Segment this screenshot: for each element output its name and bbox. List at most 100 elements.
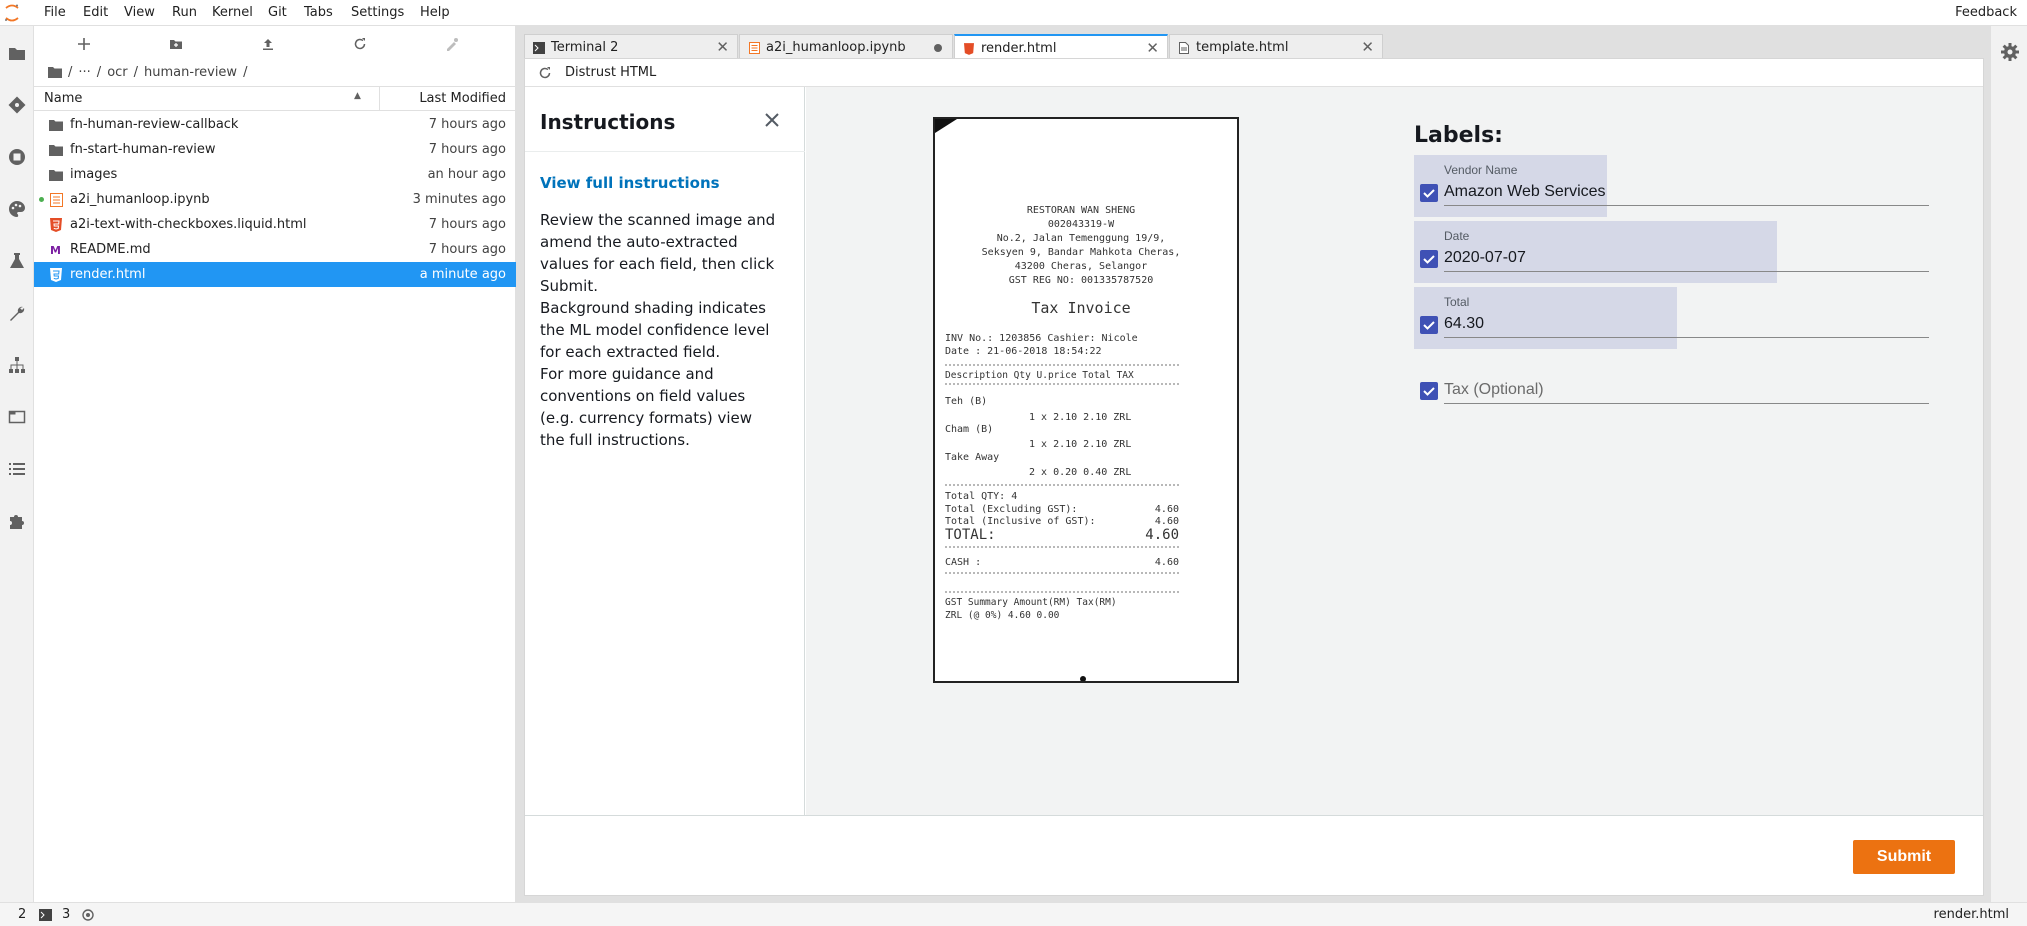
terminal-icon[interactable] <box>39 909 52 921</box>
view-full-instructions-link[interactable]: View full instructions <box>540 174 720 192</box>
menu-view[interactable]: View <box>124 0 155 26</box>
receipt-header-line: No.2, Jalan Temenggung 19/9, <box>997 233 1166 244</box>
menu-git[interactable]: Git <box>268 0 287 26</box>
file-browser: / ··· / ocr / human-review / Name ▲ Last… <box>34 26 516 902</box>
running-icon[interactable] <box>6 146 28 168</box>
checkbox-checked-icon[interactable] <box>1420 184 1438 202</box>
html-icon <box>48 217 64 233</box>
tab-window-icon[interactable] <box>6 406 28 428</box>
document-panel: Distrust HTML Instructions View full ins… <box>524 58 1984 896</box>
git-clone-icon[interactable] <box>440 34 464 54</box>
vendor-name-input[interactable]: Amazon Web Services <box>1444 183 1606 201</box>
menu-settings[interactable]: Settings <box>351 0 404 26</box>
menu-kernel[interactable]: Kernel <box>212 0 253 26</box>
file-row[interactable]: a2i-text-with-checkboxes.liquid.html 7 h… <box>34 212 516 237</box>
refresh-icon[interactable] <box>348 34 372 54</box>
file-modified: a minute ago <box>419 267 506 282</box>
palette-icon[interactable] <box>6 198 28 220</box>
extension-icon[interactable] <box>6 510 28 532</box>
feedback-link[interactable]: Feedback <box>1955 0 2017 26</box>
new-launcher-icon[interactable] <box>72 34 96 54</box>
network-icon[interactable] <box>6 354 28 376</box>
git-icon[interactable] <box>6 94 28 116</box>
input-underline <box>1444 337 1929 338</box>
rendered-html-frame: Instructions View full instructions Revi… <box>525 87 1983 895</box>
file-row[interactable]: a2i_humanloop.ipynb 3 minutes ago <box>34 187 516 212</box>
checkbox-checked-icon[interactable] <box>1420 250 1438 268</box>
input-underline <box>1444 403 1929 404</box>
status-filename: render.html <box>1933 907 2009 922</box>
menu-run[interactable]: Run <box>172 0 197 26</box>
file-row[interactable]: fn-start-human-review 7 hours ago <box>34 137 516 162</box>
menu-file[interactable]: File <box>44 0 66 26</box>
gear-icon[interactable] <box>2000 42 2020 62</box>
flask-icon[interactable] <box>6 250 28 272</box>
checkbox-checked-icon[interactable] <box>1420 316 1438 334</box>
column-divider[interactable] <box>379 87 380 111</box>
breadcrumb-human-review[interactable]: human-review <box>144 65 237 80</box>
breadcrumb-ellipsis[interactable]: ··· <box>78 65 90 80</box>
home-folder-icon[interactable] <box>48 66 62 78</box>
list-icon[interactable] <box>6 458 28 480</box>
tab-template-html[interactable]: template.html ✕ <box>1169 34 1383 60</box>
receipt-image[interactable]: RESTORAN WAN SHENG 002043319-W No.2, Jal… <box>933 117 1239 683</box>
notebook-icon <box>48 192 64 208</box>
column-last-modified[interactable]: Last Modified <box>419 91 506 106</box>
menu-tabs[interactable]: Tabs <box>304 0 333 26</box>
instructions-paragraph: Review the scanned image and amend the a… <box>540 211 776 295</box>
running-indicator <box>39 197 44 202</box>
receipt-item-line: 1 x 2.10 2.10 ZRL <box>1029 412 1131 423</box>
receipt-table-header: Description Qty U.price Total TAX <box>945 370 1134 381</box>
tab-render-html[interactable]: render.html ✕ <box>954 34 1168 61</box>
file-row[interactable]: images an hour ago <box>34 162 516 187</box>
total-input[interactable]: 64.30 <box>1444 315 1484 333</box>
kernel-status-icon[interactable] <box>81 908 95 922</box>
instructions-paragraph: Background shading indicates the ML mode… <box>540 299 770 361</box>
menu-edit[interactable]: Edit <box>83 0 108 26</box>
close-icon[interactable]: ✕ <box>1146 41 1159 56</box>
html-icon <box>963 42 975 55</box>
folder-icon[interactable] <box>6 42 28 64</box>
breadcrumb-sep: / <box>68 64 73 80</box>
receipt-gst-header: GST Summary Amount(RM) Tax(RM) <box>945 597 1117 608</box>
receipt-header-line: 002043319-W <box>1048 219 1115 230</box>
unsaved-dot-icon[interactable] <box>934 44 942 52</box>
file-name: fn-human-review-callback <box>70 117 239 132</box>
status-bar: 2 3 render.html <box>0 902 2027 926</box>
breadcrumb-ocr[interactable]: ocr <box>107 65 127 80</box>
markdown-icon: M <box>48 242 64 258</box>
reload-icon[interactable] <box>537 65 553 81</box>
terminal-count[interactable]: 3 <box>62 907 70 922</box>
menu-help[interactable]: Help <box>420 0 450 26</box>
sort-up-icon[interactable]: ▲ <box>354 91 361 101</box>
receipt-cash-value: 4.60 <box>1155 557 1179 568</box>
wrench-icon[interactable] <box>6 302 28 324</box>
file-row-selected[interactable]: render.html a minute ago <box>34 262 516 287</box>
new-folder-icon[interactable] <box>164 34 188 54</box>
file-row[interactable]: M README.md 7 hours ago <box>34 237 516 262</box>
tab-terminal-2[interactable]: Terminal 2 ✕ <box>524 34 738 60</box>
close-icon[interactable]: ✕ <box>1361 40 1374 55</box>
upload-icon[interactable] <box>256 34 280 54</box>
close-icon[interactable] <box>761 109 783 131</box>
input-underline <box>1444 205 1929 206</box>
receipt-item-desc: Take Away <box>945 452 999 463</box>
terminal-icon <box>533 41 545 54</box>
file-name: README.md <box>70 242 151 257</box>
file-modified: 7 hours ago <box>428 217 506 232</box>
date-input[interactable]: 2020-07-07 <box>1444 249 1526 267</box>
close-icon[interactable]: ✕ <box>716 40 729 55</box>
distrust-html-button[interactable]: Distrust HTML <box>565 65 656 80</box>
kernel-count[interactable]: 2 <box>18 907 26 922</box>
column-name[interactable]: Name <box>44 91 82 106</box>
receipt-date: Date : 21-06-2018 18:54:22 <box>945 346 1102 357</box>
tab-a2i-humanloop[interactable]: a2i_humanloop.ipynb <box>739 34 953 60</box>
file-modified: 3 minutes ago <box>412 192 506 207</box>
file-row[interactable]: fn-human-review-callback 7 hours ago <box>34 112 516 137</box>
tax-input[interactable]: Tax (Optional) <box>1444 381 1544 399</box>
checkbox-checked-icon[interactable] <box>1420 382 1438 400</box>
folder-icon <box>48 167 64 183</box>
instructions-paragraph: For more guidance and conventions on fie… <box>540 365 753 449</box>
field-label: Date <box>1444 229 1470 243</box>
submit-button[interactable]: Submit <box>1853 840 1955 874</box>
